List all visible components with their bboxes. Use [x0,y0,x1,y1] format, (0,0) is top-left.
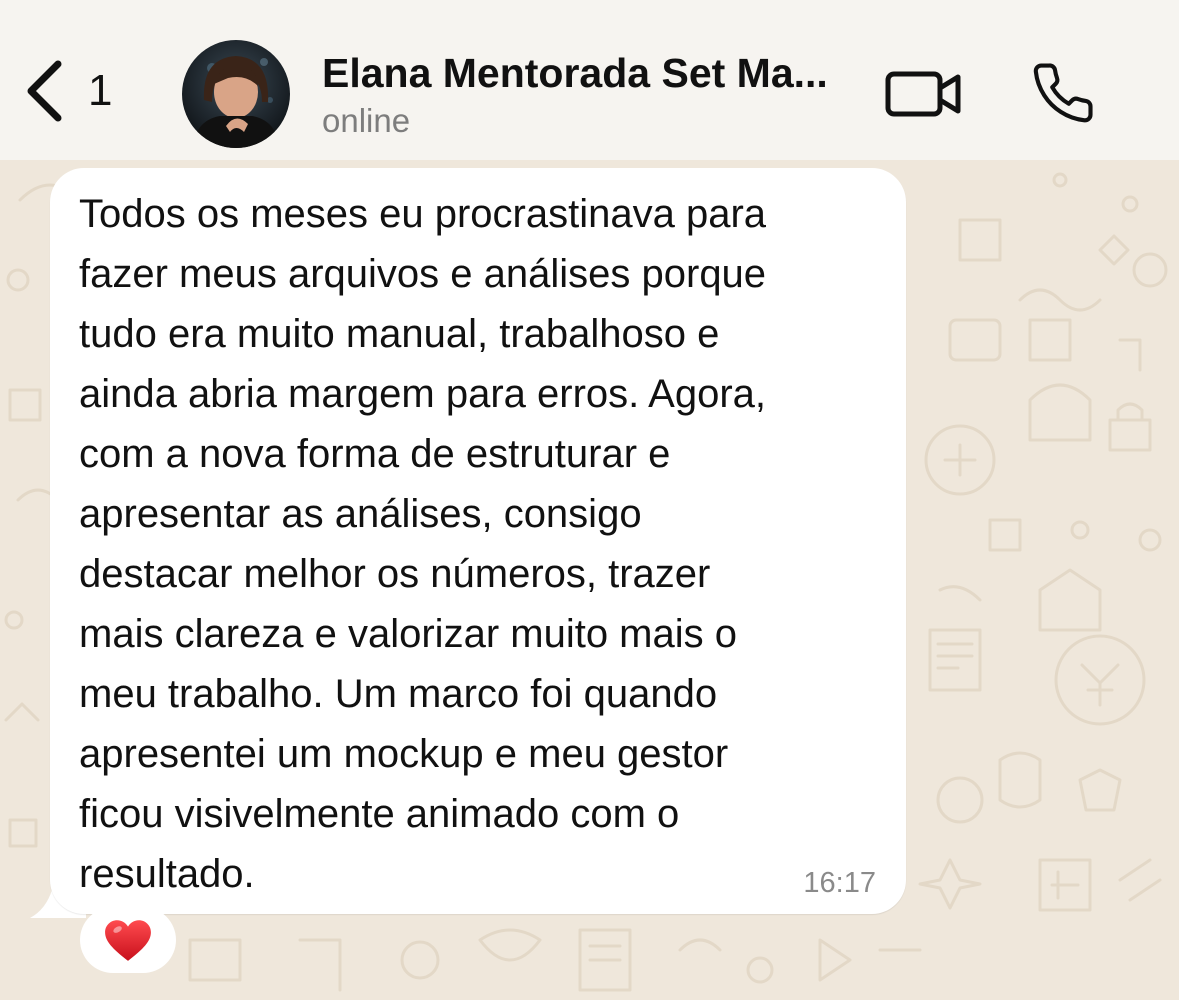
chevron-left-icon [27,60,62,122]
heart-icon [105,920,151,961]
message-bubble[interactable]: Todos os meses eu procrastinava para faz… [50,168,906,914]
video-call-icon[interactable] [884,68,964,120]
contact-status: online [322,102,411,139]
chat-header: 1 Elana Mentorada Set Ma... online [0,0,1179,160]
message-text: Todos os meses eu procrastinava para faz… [79,192,767,896]
reaction-badge[interactable] [80,907,176,973]
avatar[interactable] [182,40,290,148]
contact-name[interactable]: Elana Mentorada Set Ma... [322,50,828,97]
phone-icon[interactable] [1030,60,1096,126]
back-button[interactable]: 1 [22,58,112,124]
unread-count: 1 [88,66,113,115]
message-time: 16:17 [803,867,876,899]
